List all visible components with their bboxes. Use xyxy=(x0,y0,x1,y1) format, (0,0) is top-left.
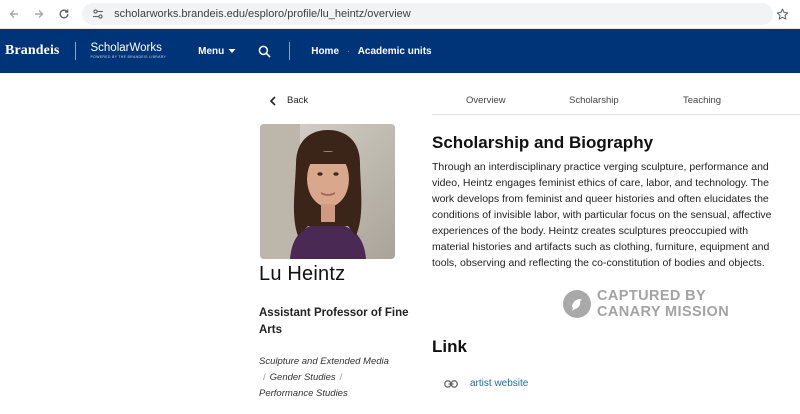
canary-logo-icon xyxy=(563,290,591,318)
watermark-line-2: CANARY MISSION xyxy=(597,304,730,320)
nav-separator: · xyxy=(347,46,350,56)
chevron-left-icon xyxy=(269,95,276,106)
area-separator: / xyxy=(339,372,343,383)
menu-label: Menu xyxy=(198,45,225,57)
profile-photo xyxy=(260,124,395,259)
profile-content: Back Lu Heintz Assistant Professor of Fi… xyxy=(0,73,800,414)
back-arrow-icon[interactable] xyxy=(2,1,27,27)
artist-website-link[interactable]: artist website xyxy=(444,378,528,389)
watermark-line-1: CAPTURED BY xyxy=(597,288,707,304)
back-link[interactable]: Back xyxy=(269,95,308,106)
nav-home-link[interactable]: Home xyxy=(311,46,339,57)
tab-scholarship[interactable]: Scholarship xyxy=(569,95,619,106)
research-areas: Sculpture and Extended Media / Gender Stu… xyxy=(259,354,419,402)
scholarworks-tagline: POWERED BY THE BRANDEIS LIBRARY xyxy=(90,55,167,59)
search-icon[interactable] xyxy=(258,45,271,58)
watermark: CAPTURED BY CANARY MISSION xyxy=(563,288,729,320)
tab-teaching[interactable]: Teaching xyxy=(683,95,721,106)
link-label[interactable]: artist website xyxy=(470,378,528,389)
research-area-link[interactable]: Sculpture and Extended Media xyxy=(259,356,389,367)
header-divider xyxy=(75,42,77,60)
research-area-link[interactable]: Performance Studies xyxy=(259,388,348,399)
menu-button[interactable]: Menu xyxy=(198,46,236,57)
url-text[interactable]: scholarworks.brandeis.edu/esploro/profil… xyxy=(114,8,773,20)
site-settings-icon[interactable] xyxy=(90,6,106,22)
site-header: Brandeis ScholarWorks POWERED BY THE BRA… xyxy=(0,29,800,73)
profile-title: Assistant Professor of Fine Arts xyxy=(259,307,409,336)
back-label: Back xyxy=(287,95,309,106)
scholarworks-title: ScholarWorks xyxy=(90,41,162,54)
caret-down-icon xyxy=(228,49,236,53)
biography-text: Through an interdisciplinary practice ve… xyxy=(432,161,772,269)
address-bar[interactable]: scholarworks.brandeis.edu/esploro/profil… xyxy=(82,3,773,25)
scholarworks-logo[interactable]: ScholarWorks POWERED BY THE BRANDEIS LIB… xyxy=(90,41,167,60)
nav-academic-units-link[interactable]: Academic units xyxy=(358,46,432,57)
profile-tabs: Overview Scholarship Teaching xyxy=(432,87,800,115)
link-icon xyxy=(444,379,458,388)
header-divider xyxy=(289,42,291,60)
brandeis-logo[interactable]: Brandeis xyxy=(5,43,59,59)
profile-name: Lu Heintz xyxy=(259,263,346,285)
link-heading: Link xyxy=(432,337,467,356)
section-heading: Scholarship and Biography xyxy=(432,133,654,152)
browser-toolbar: scholarworks.brandeis.edu/esploro/profil… xyxy=(0,0,800,29)
reload-icon[interactable] xyxy=(51,1,76,27)
forward-arrow-icon[interactable] xyxy=(27,1,52,27)
area-separator: / xyxy=(263,372,266,383)
research-area-link[interactable]: Gender Studies xyxy=(270,372,336,383)
bookmark-star-icon[interactable] xyxy=(773,8,792,21)
tab-overview[interactable]: Overview xyxy=(466,95,506,106)
